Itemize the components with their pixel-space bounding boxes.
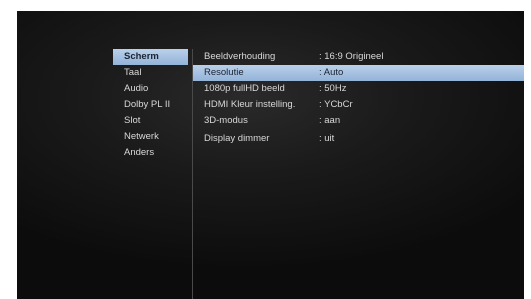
setting-value: : 50Hz [319, 83, 347, 94]
setting-value: : 16:9 Origineel [319, 51, 384, 62]
setting-value: : aan [319, 115, 341, 126]
menu-item-slot[interactable]: Slot [113, 113, 188, 129]
setting-row-display-dimmer[interactable]: Display dimmer : uit [193, 131, 524, 147]
setting-value: : YCbCr [319, 99, 353, 110]
setting-label: 1080p fullHD beeld [204, 83, 285, 94]
menu-item-taal[interactable]: Taal [113, 65, 188, 81]
tv-setup-screen: Scherm Taal Audio Dolby PL II Slot Netwe… [17, 11, 524, 299]
menu-item-audio[interactable]: Audio [113, 81, 188, 97]
setting-value: : Auto [319, 67, 344, 78]
setting-row-1080p-fullhd-beeld[interactable]: 1080p fullHD beeld : 50Hz [193, 81, 524, 97]
setting-label: 3D-modus [204, 115, 248, 126]
setting-label: HDMI Kleur instelling. [204, 99, 296, 110]
setup-category-menu: Scherm Taal Audio Dolby PL II Slot Netwe… [113, 49, 193, 299]
setting-row-hdmi-kleur-instelling[interactable]: HDMI Kleur instelling. : YCbCr [193, 97, 524, 113]
setting-label: Beeldverhouding [204, 51, 276, 62]
setting-row-beeldverhouding[interactable]: Beeldverhouding : 16:9 Origineel [193, 49, 524, 65]
setting-value: : uit [319, 133, 335, 144]
settings-list: Beeldverhouding : 16:9 Origineel Resolut… [193, 49, 524, 299]
setting-row-3d-modus[interactable]: 3D-modus : aan [193, 113, 524, 129]
menu-item-netwerk[interactable]: Netwerk [113, 129, 188, 145]
setting-label: Display dimmer [204, 133, 270, 144]
setting-label: Resolutie [204, 67, 244, 78]
menu-item-anders[interactable]: Anders [113, 145, 188, 161]
menu-item-dolby-pl-ii[interactable]: Dolby PL II [113, 97, 188, 113]
setting-row-resolutie[interactable]: Resolutie : Auto [193, 65, 524, 81]
menu-item-scherm[interactable]: Scherm [113, 49, 188, 65]
